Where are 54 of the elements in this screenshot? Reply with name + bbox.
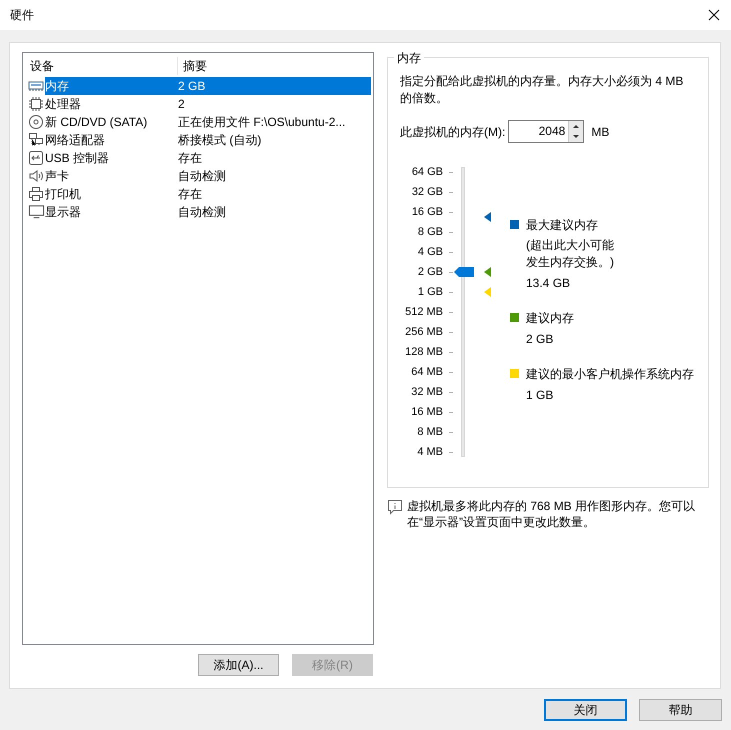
legend-value: 13.4 GB bbox=[526, 275, 572, 292]
device-row[interactable]: 新 CD/DVD (SATA) 正在使用文件 F:\OS\ubuntu-2... bbox=[45, 113, 371, 131]
tick-label: 8 MB bbox=[416, 424, 443, 440]
device-row[interactable]: 内存 2 GB bbox=[45, 77, 371, 95]
sound-icon bbox=[28, 168, 45, 184]
window-title: 硬件 bbox=[10, 7, 34, 24]
tick-label: 16 GB bbox=[410, 204, 443, 220]
column-header[interactable]: 摘要 bbox=[178, 57, 207, 75]
memory-icon bbox=[28, 79, 45, 93]
device-row[interactable]: 显示器 自动检测 bbox=[45, 203, 371, 221]
legend-value: 1 GB bbox=[526, 387, 554, 404]
legend-value: 2 GB bbox=[526, 331, 554, 348]
slider-thumb[interactable] bbox=[454, 266, 474, 277]
column-header[interactable]: 设备 bbox=[23, 57, 178, 75]
device-row[interactable]: 声卡 自动检测 bbox=[45, 167, 371, 185]
tick-label: 32 GB bbox=[410, 184, 443, 200]
device-row[interactable]: 打印机 存在 bbox=[45, 185, 371, 203]
tick-label: 16 MB bbox=[410, 404, 443, 420]
legend-note: (超出此大小可能发生内存交换。) bbox=[526, 237, 615, 271]
legend-title: 建议内存 bbox=[526, 310, 574, 327]
printer-icon bbox=[28, 186, 45, 202]
unit-label: MB bbox=[591, 124, 610, 140]
tick-label: 64 GB bbox=[410, 164, 443, 180]
close-button[interactable]: 关闭 bbox=[544, 699, 627, 721]
legend-title: 最大建议内存 bbox=[526, 217, 599, 234]
info-icon bbox=[387, 499, 403, 515]
cdrom-icon bbox=[28, 114, 45, 130]
spin-up-icon[interactable] bbox=[569, 121, 584, 131]
network-icon bbox=[28, 132, 45, 148]
tick-label: 8 GB bbox=[416, 224, 443, 240]
legend-title: 建议的最小客户机操作系统内存 bbox=[526, 366, 694, 383]
add-button[interactable]: 添加(A)... bbox=[198, 654, 279, 676]
close-icon[interactable] bbox=[708, 9, 720, 21]
help-button[interactable]: 帮助 bbox=[639, 699, 722, 721]
tick-label: 32 MB bbox=[410, 384, 443, 400]
tick-label: 4 MB bbox=[416, 444, 443, 460]
device-row[interactable]: 处理器 2 bbox=[45, 95, 371, 113]
tick-label: 2 GB bbox=[416, 264, 443, 280]
device-row[interactable]: 网络适配器 桥接模式 (自动) bbox=[45, 131, 371, 149]
tick-label: 1 GB bbox=[416, 284, 443, 300]
tick-label: 64 MB bbox=[410, 364, 443, 380]
tick-label: 4 GB bbox=[416, 244, 443, 260]
memory-field[interactable]: 2048 bbox=[508, 120, 584, 143]
field-label: 此虚拟机的内存(M): bbox=[400, 124, 506, 140]
spin-down-icon[interactable] bbox=[569, 131, 584, 142]
display-icon bbox=[28, 204, 45, 220]
device-row[interactable]: USB 控制器 存在 bbox=[45, 149, 371, 167]
tick-label: 512 MB bbox=[404, 304, 443, 320]
cpu-icon bbox=[28, 96, 45, 112]
description-text: 指定分配给此虚拟机的内存量。内存大小必须为 4 MB 的倍数。 bbox=[400, 73, 684, 107]
tick-label: 256 MB bbox=[404, 324, 443, 340]
info-text: 虚拟机最多将此内存的 768 MB 用作图形内存。您可以在“显示器”设置页面中更改此数量。 bbox=[407, 498, 696, 530]
tick-label: 128 MB bbox=[404, 344, 443, 360]
usb-icon bbox=[28, 150, 45, 166]
